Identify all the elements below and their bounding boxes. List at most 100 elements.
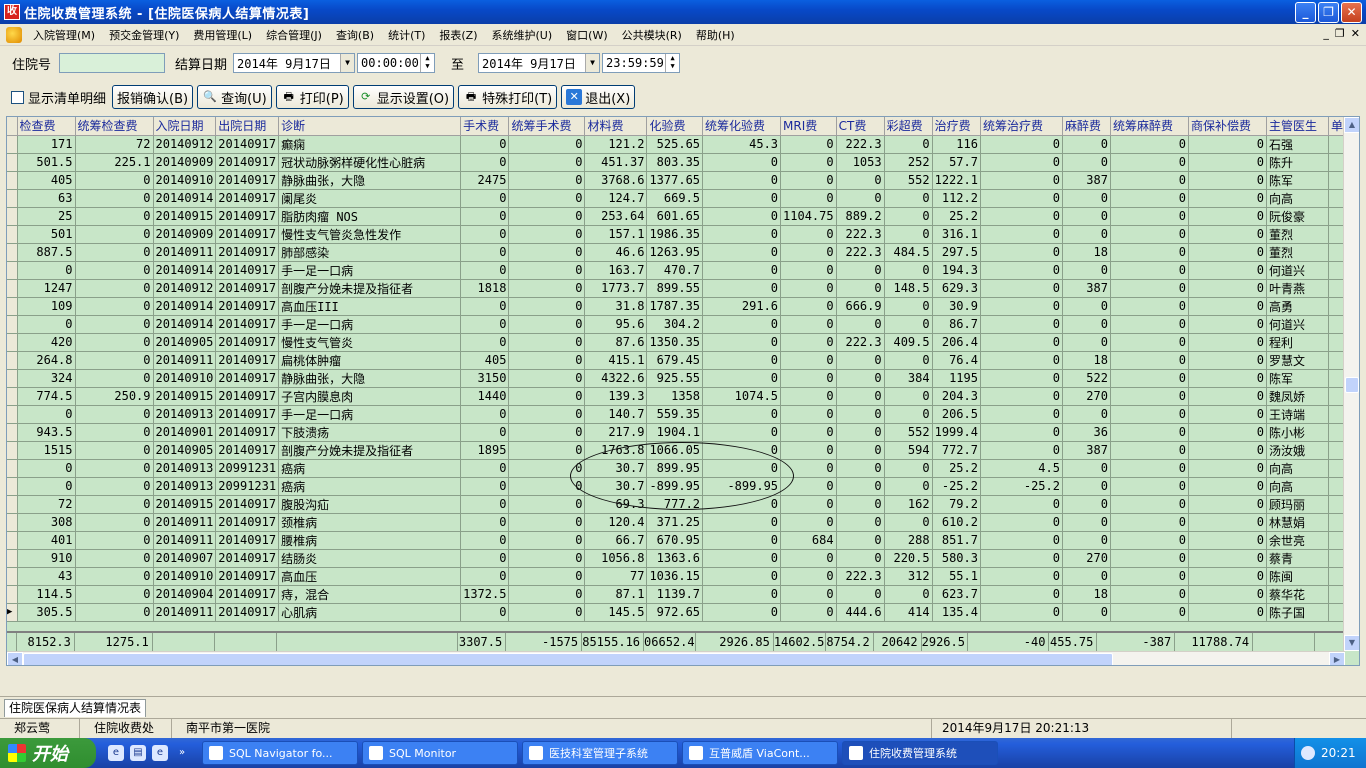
table-cell[interactable]: 0 — [780, 549, 837, 568]
table-cell[interactable]: 887.5 — [17, 243, 76, 262]
exit-button[interactable]: ✕ 退出(X) — [561, 85, 636, 109]
table-row[interactable]: 72 0 20140915 20140917 腹股沟疝 0 0 69.3 777.2 0 0 0 162… — [7, 495, 1359, 514]
table-cell[interactable]: 慢性支气管炎急性发作 — [278, 225, 462, 244]
table-cell[interactable]: 0 — [75, 279, 154, 298]
table-cell[interactable]: 20140905 — [153, 333, 217, 352]
table-cell[interactable]: 0 — [75, 585, 154, 604]
table-cell[interactable]: 0 — [460, 459, 510, 478]
table-cell[interactable]: 114.5 — [17, 585, 76, 604]
table-cell[interactable]: 79.2 — [932, 495, 981, 514]
inpatient-no-input[interactable] — [59, 53, 166, 73]
table-cell[interactable]: 0 — [75, 369, 154, 388]
table-cell[interactable]: 0 — [75, 333, 154, 352]
table-cell[interactable]: 0 — [460, 189, 510, 208]
table-cell[interactable]: 0 — [508, 549, 586, 568]
table-cell[interactable]: 222.3 — [836, 225, 885, 244]
table-cell[interactable]: 20140917 — [215, 495, 280, 514]
row-indicator[interactable] — [7, 261, 18, 280]
table-cell[interactable]: 0 — [1110, 297, 1189, 316]
table-cell[interactable]: 522 — [1062, 369, 1111, 388]
row-indicator[interactable] — [7, 351, 18, 370]
table-row[interactable]: 25 0 20140915 20140917 脂肪肉瘤 NOS 0 0 253.64 601.6… — [7, 207, 1359, 226]
table-cell[interactable]: 20140909 — [153, 225, 217, 244]
table-cell[interactable]: 0 — [75, 171, 154, 190]
table-cell[interactable]: 0 — [508, 477, 586, 496]
table-cell[interactable]: 0 — [980, 225, 1063, 244]
table-cell[interactable]: 0 — [17, 315, 76, 334]
table-cell[interactable]: 林慧娟 — [1266, 513, 1329, 532]
table-cell[interactable]: 0 — [1062, 315, 1111, 334]
table-cell[interactable]: 0 — [1062, 405, 1111, 424]
table-cell[interactable]: 87.1 — [584, 585, 648, 604]
menu-query[interactable]: 查询(B) — [329, 27, 381, 43]
table-cell[interactable]: 25.2 — [932, 207, 981, 226]
column-header[interactable]: 麻醉费 — [1062, 117, 1111, 136]
table-cell[interactable]: 0 — [1188, 405, 1267, 424]
table-cell[interactable]: 0 — [702, 369, 782, 388]
table-cell[interactable]: 20140905 — [153, 441, 217, 460]
table-cell[interactable]: 0 — [508, 567, 586, 586]
table-cell[interactable]: 肺部感染 — [278, 243, 462, 262]
table-cell[interactable]: 0 — [1062, 531, 1111, 550]
table-cell[interactable]: 静脉曲张，大隐 — [278, 369, 462, 388]
table-cell[interactable]: 401 — [17, 531, 76, 550]
row-indicator[interactable] — [7, 297, 18, 316]
table-cell[interactable]: 0 — [780, 441, 837, 460]
table-cell[interactable]: 0 — [980, 279, 1063, 298]
table-cell[interactable]: 0 — [702, 423, 782, 442]
table-row[interactable]: 501 0 20140909 20140917 慢性支气管炎急性发作 0 0 157.1 198… — [7, 225, 1359, 244]
table-cell[interactable]: 0 — [1062, 495, 1111, 514]
table-cell[interactable]: 451.37 — [584, 153, 648, 172]
table-cell[interactable]: 0 — [980, 423, 1063, 442]
table-cell[interactable]: 0 — [780, 135, 837, 154]
table-cell[interactable]: 30.9 — [932, 297, 981, 316]
table-cell[interactable]: 0 — [1110, 549, 1189, 568]
table-cell[interactable]: 684 — [780, 531, 837, 550]
table-cell[interactable]: 18 — [1062, 351, 1111, 370]
table-cell[interactable]: 高勇 — [1266, 297, 1329, 316]
table-cell[interactable]: 程利 — [1266, 333, 1329, 352]
table-cell[interactable]: 0 — [1062, 225, 1111, 244]
table-cell[interactable]: 20140917 — [215, 297, 280, 316]
table-cell[interactable]: 痔，混合 — [278, 585, 462, 604]
table-cell[interactable]: 0 — [508, 243, 586, 262]
table-cell[interactable]: 0 — [1188, 207, 1267, 226]
table-cell[interactable]: 0 — [702, 171, 782, 190]
table-cell[interactable]: 1195 — [932, 369, 981, 388]
table-row[interactable]: 114.5 0 20140904 20140917 痔，混合 1372.5 0 87.1 113… — [7, 585, 1359, 604]
table-cell[interactable]: 3150 — [460, 369, 510, 388]
table-cell[interactable]: 0 — [780, 189, 837, 208]
mdi-minimize-button[interactable]: _ — [1323, 27, 1329, 40]
table-cell[interactable]: 20140917 — [215, 243, 280, 262]
table-cell[interactable]: 501 — [17, 225, 76, 244]
table-cell[interactable]: 0 — [836, 261, 885, 280]
browser-icon[interactable]: e — [108, 745, 124, 761]
table-cell[interactable]: 0 — [1188, 333, 1267, 352]
table-cell[interactable]: 0 — [702, 261, 782, 280]
table-cell[interactable]: 0 — [460, 513, 510, 532]
table-cell[interactable]: 777.2 — [646, 495, 704, 514]
table-cell[interactable]: 0 — [508, 189, 586, 208]
table-cell[interactable]: 0 — [884, 135, 933, 154]
table-cell[interactable]: 0 — [1188, 297, 1267, 316]
table-cell[interactable]: 20140917 — [215, 207, 280, 226]
column-header[interactable]: 治疗费 — [932, 117, 981, 136]
table-cell[interactable]: 25.2 — [932, 459, 981, 478]
table-cell[interactable]: 0 — [460, 333, 510, 352]
table-cell[interactable]: 20140913 — [153, 477, 217, 496]
table-cell[interactable]: 405 — [460, 351, 510, 370]
table-cell[interactable]: 305.5 — [17, 603, 76, 622]
table-cell[interactable]: 叶青燕 — [1266, 279, 1329, 298]
table-cell[interactable]: 20140917 — [215, 513, 280, 532]
table-row[interactable]: 887.5 0 20140911 20140917 肺部感染 0 0 46.6 1263.95 0… — [7, 243, 1359, 262]
table-cell[interactable]: 0 — [780, 423, 837, 442]
column-header[interactable]: 统筹治疗费 — [980, 117, 1063, 136]
row-indicator[interactable] — [7, 189, 18, 208]
table-cell[interactable]: 270 — [1062, 387, 1111, 406]
table-cell[interactable]: 0 — [75, 351, 154, 370]
table-cell[interactable]: 420 — [17, 333, 76, 352]
table-cell[interactable]: 18 — [1062, 585, 1111, 604]
table-cell[interactable]: 0 — [702, 441, 782, 460]
table-cell[interactable]: 罗慧文 — [1266, 351, 1329, 370]
table-cell[interactable]: 316.1 — [932, 225, 981, 244]
